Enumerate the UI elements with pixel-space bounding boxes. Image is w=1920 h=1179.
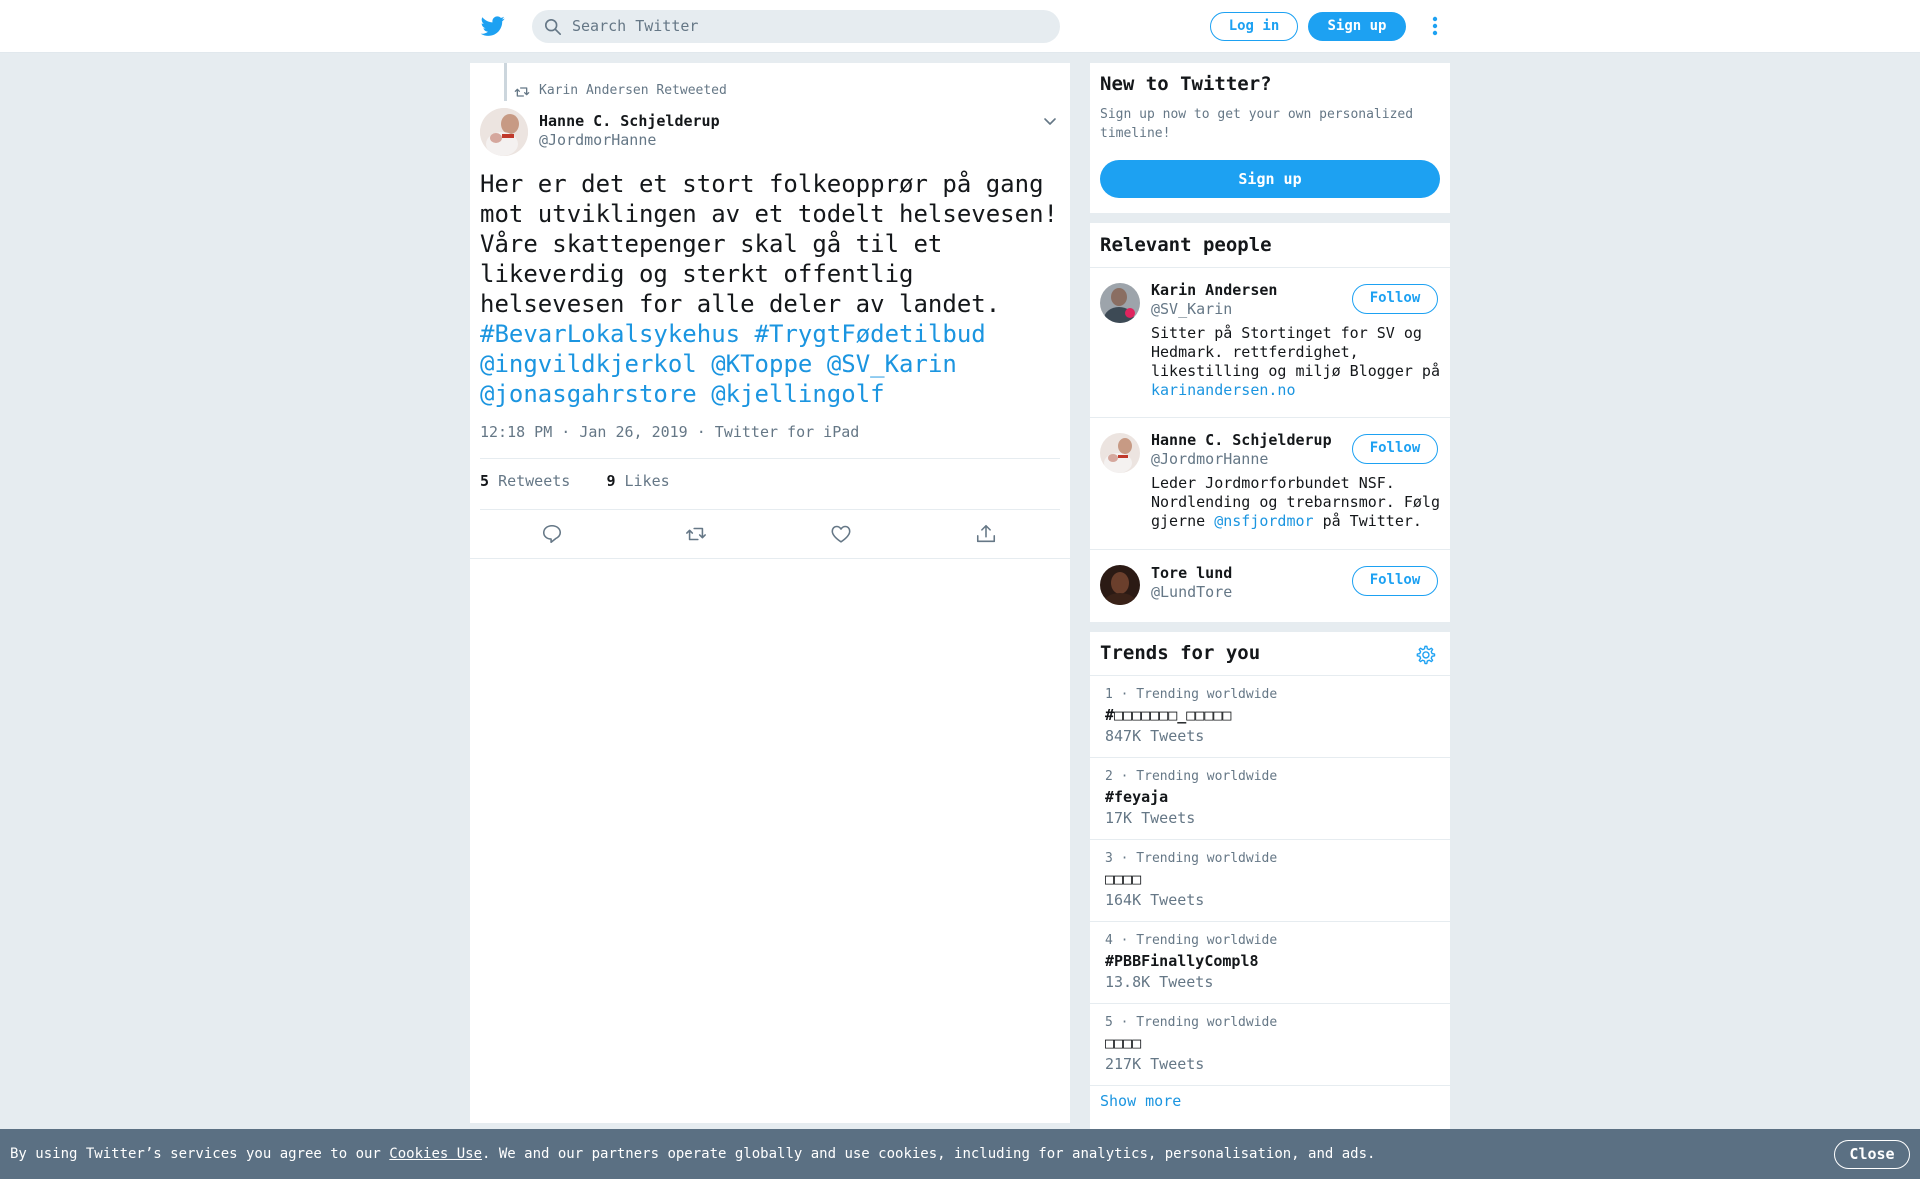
person-name[interactable]: Karin Andersen (1151, 281, 1277, 300)
retweet-icon[interactable] (685, 523, 707, 545)
divider (1090, 921, 1450, 922)
divider (1090, 549, 1450, 550)
bio-text: på Twitter. (1313, 512, 1422, 530)
retweeted-by-label: Karin Andersen Retweeted (539, 83, 727, 98)
trend-count: 164K Tweets (1105, 891, 1205, 909)
likes-stat[interactable]: 9 Likes (606, 472, 669, 490)
more-vertical-icon[interactable] (1428, 14, 1442, 38)
mention-link[interactable]: @SV_Karin (827, 350, 957, 378)
cookie-text-suffix: . We and our partners operate globally a… (482, 1146, 1376, 1162)
retweets-stat[interactable]: 5 Retweets (480, 472, 570, 490)
divider (1090, 417, 1450, 418)
person-avatar[interactable] (1100, 433, 1140, 473)
trend-name: □□□□ (1105, 870, 1142, 888)
gear-icon[interactable] (1414, 644, 1436, 666)
thread-line (504, 63, 507, 101)
person-bio: Leder Jordmorforbundet NSF. Nordlending … (1151, 474, 1443, 531)
divider (1090, 839, 1450, 840)
trend-count: 217K Tweets (1105, 1055, 1205, 1073)
author-avatar[interactable] (480, 108, 528, 156)
divider (480, 509, 1060, 510)
divider (1090, 675, 1450, 676)
log-in-button[interactable]: Log in (1210, 12, 1298, 41)
search-icon (544, 18, 562, 36)
cookies-use-link[interactable]: Cookies Use (389, 1146, 482, 1162)
person-handle[interactable]: @JordmorHanne (1151, 450, 1268, 469)
like-icon[interactable] (830, 523, 852, 545)
trend-name: #feyaja (1105, 788, 1169, 806)
trend-name: #PBBFinallyCompl8 (1105, 952, 1259, 970)
relevant-people-title: Relevant people (1100, 234, 1272, 256)
follow-button[interactable]: Follow (1352, 566, 1438, 596)
retweets-label: Retweets (498, 472, 571, 490)
mention-link[interactable]: @ingvildkjerkol (480, 350, 697, 378)
trend-name: #□□□□□□□_□□□□□ (1105, 706, 1232, 724)
author-name[interactable]: Hanne C. Schjelderup (539, 112, 720, 131)
trend-meta: 2 · Trending worldwide (1105, 769, 1278, 784)
new-to-twitter-description: Sign up now to get your own personalized… (1100, 107, 1414, 141)
person-avatar[interactable] (1100, 565, 1140, 605)
trend-count: 847K Tweets (1105, 727, 1205, 745)
divider (1090, 1003, 1450, 1004)
trends-card: Trends for you 1 · Trending worldwide #□… (1090, 632, 1450, 1129)
cookie-notice: By using Twitter’s services you agree to… (10, 1144, 1375, 1164)
tweet-detail-panel: Karin Andersen Retweeted Hanne C. Schjel… (470, 63, 1070, 1123)
person-bio: Sitter på Stortinget for SV og Hedmark. … (1151, 324, 1443, 400)
cookie-consent-bar: By using Twitter’s services you agree to… (0, 1129, 1920, 1179)
mention-link[interactable]: @kjellingolf (711, 380, 884, 408)
cookie-text-prefix: By using Twitter’s services you agree to… (10, 1146, 390, 1162)
bio-link[interactable]: karinandersen.no (1151, 381, 1296, 399)
retweets-count: 5 (480, 472, 490, 490)
new-to-twitter-card: New to Twitter? Sign up now to get your … (1090, 63, 1450, 213)
person-avatar[interactable] (1100, 283, 1140, 323)
reply-icon[interactable] (541, 523, 563, 545)
trend-count: 13.8K Tweets (1105, 973, 1214, 991)
trend-count: 17K Tweets (1105, 809, 1196, 827)
trend-meta: 4 · Trending worldwide (1105, 933, 1278, 948)
divider (1090, 1085, 1450, 1086)
divider (470, 558, 1070, 559)
close-button[interactable]: Close (1834, 1140, 1910, 1169)
trends-title: Trends for you (1100, 642, 1261, 664)
sidebar-sign-up-button[interactable]: Sign up (1100, 160, 1440, 198)
divider (1090, 267, 1450, 268)
trend-meta: 3 · Trending worldwide (1105, 851, 1278, 866)
author-handle[interactable]: @JordmorHanne (539, 131, 656, 150)
divider (1090, 757, 1450, 758)
relevant-people-card: Relevant people Karin Andersen @SV_Karin… (1090, 223, 1450, 622)
bio-text: Sitter på Stortinget for SV og Hedmark. … (1151, 324, 1440, 380)
mention-link[interactable]: @jonasgahrstore (480, 380, 697, 408)
person-name[interactable]: Tore lund (1151, 564, 1232, 583)
trend-meta: 5 · Trending worldwide (1105, 1015, 1278, 1030)
trend-meta: 1 · Trending worldwide (1105, 687, 1278, 702)
show-more-link[interactable]: Show more (1100, 1091, 1181, 1111)
tweet-stats: 5 Retweets 9 Likes (480, 471, 670, 491)
follow-button[interactable]: Follow (1352, 284, 1438, 314)
tweet-timestamp[interactable]: 12:18 PM · Jan 26, 2019 · Twitter for iP… (480, 422, 859, 442)
mention-link[interactable]: @KToppe (711, 350, 812, 378)
top-navigation-bar: Search Twitter Log in Sign up (0, 0, 1920, 53)
share-icon[interactable] (975, 523, 997, 545)
likes-count: 9 (606, 472, 616, 490)
likes-label: Likes (624, 472, 670, 490)
search-placeholder: Search Twitter (572, 17, 699, 35)
bio-link[interactable]: @nsfjordmor (1214, 512, 1313, 530)
tweet-body: Her er det et stort folkeopprør på gang … (480, 170, 1073, 318)
person-handle[interactable]: @LundTore (1151, 583, 1232, 602)
trend-name: □□□□ (1105, 1034, 1142, 1052)
divider (480, 458, 1060, 459)
person-name[interactable]: Hanne C. Schjelderup (1151, 431, 1332, 450)
hashtag-link[interactable]: #BevarLokalsykehus (480, 320, 740, 348)
sign-up-button[interactable]: Sign up (1308, 12, 1406, 41)
retweet-icon (514, 87, 530, 97)
person-handle[interactable]: @SV_Karin (1151, 300, 1232, 319)
tweet-text: Her er det et stort folkeopprør på gang … (480, 169, 1060, 409)
new-to-twitter-title: New to Twitter? (1100, 73, 1272, 95)
search-input[interactable]: Search Twitter (532, 10, 1060, 43)
chevron-down-icon[interactable] (1042, 113, 1058, 129)
hashtag-link[interactable]: #TrygtFødetilbud (755, 320, 986, 348)
follow-button[interactable]: Follow (1352, 434, 1438, 464)
twitter-bird-icon[interactable] (480, 14, 506, 38)
